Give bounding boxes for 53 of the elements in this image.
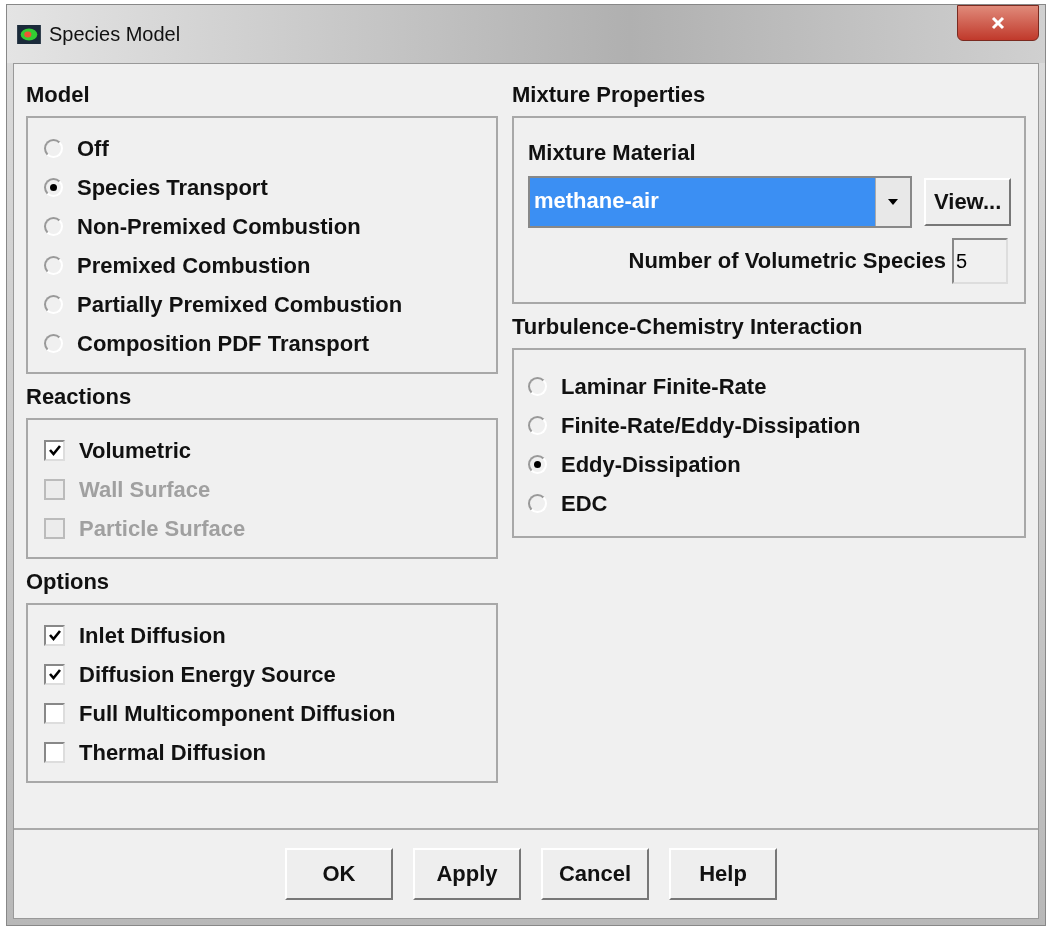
group-heading: Options — [26, 569, 111, 595]
group-heading: Turbulence-Chemistry Interaction — [512, 314, 864, 340]
radio-button[interactable] — [528, 455, 547, 474]
checkbox-label: Volumetric — [79, 437, 192, 464]
check-icon — [47, 628, 62, 643]
dialog-button[interactable]: Cancel — [541, 848, 649, 900]
caret-icon — [888, 199, 898, 205]
radio-button[interactable] — [528, 377, 547, 396]
radio-label: Off — [77, 135, 109, 162]
radio-button[interactable] — [44, 256, 63, 275]
radio-label: Laminar Finite-Rate — [561, 373, 767, 400]
field-label: Mixture Material — [528, 140, 697, 166]
checkbox-label: Diffusion Energy Source — [79, 661, 336, 688]
checkbox[interactable] — [44, 742, 65, 763]
checkbox[interactable] — [44, 625, 65, 646]
radio-button[interactable] — [528, 494, 547, 513]
checkbox-label: Full Multicomponent Diffusion — [79, 700, 396, 727]
species-count-field[interactable]: 5 — [952, 238, 1008, 284]
close-button[interactable] — [957, 5, 1039, 41]
dialog-button[interactable]: Apply — [413, 848, 521, 900]
checkbox-label: Particle Surface — [79, 515, 246, 542]
checkbox[interactable] — [44, 664, 65, 685]
radio-button[interactable] — [44, 217, 63, 236]
radio-button[interactable] — [44, 334, 63, 353]
checkbox-label: Wall Surface — [79, 476, 211, 503]
close-icon — [991, 16, 1005, 30]
radio-label: Finite-Rate/Eddy-Dissipation — [561, 412, 861, 439]
checkbox-label: Inlet Diffusion — [79, 622, 226, 649]
group-heading: Mixture Properties — [512, 82, 707, 108]
check-icon — [47, 667, 62, 682]
group-heading: Model — [26, 82, 91, 108]
dialog-button[interactable]: Help — [669, 848, 777, 900]
radio-label: Composition PDF Transport — [77, 330, 370, 357]
radio-button[interactable] — [528, 416, 547, 435]
check-icon — [47, 443, 62, 458]
view-button[interactable]: View... — [924, 178, 1012, 226]
field-label: Number of Volumetric Species — [628, 248, 946, 274]
radio-button[interactable] — [44, 178, 63, 197]
window-title: Species Model — [49, 22, 182, 46]
checkbox-label: Thermal Diffusion — [79, 739, 266, 766]
radio-button[interactable] — [44, 139, 63, 158]
app-icon — [17, 24, 41, 44]
group-heading: Reactions — [26, 384, 133, 410]
radio-label: Partially Premixed Combustion — [77, 291, 403, 318]
radio-label: Premixed Combustion — [77, 252, 311, 279]
radio-label: Non-Premixed Combustion — [77, 213, 361, 240]
checkbox[interactable] — [44, 440, 65, 461]
radio-label: Species Transport — [77, 174, 268, 201]
checkbox[interactable] — [44, 703, 65, 724]
radio-label: Eddy-Dissipation — [561, 451, 741, 478]
dialog-button[interactable]: OK — [285, 848, 393, 900]
radio-button[interactable] — [44, 295, 63, 314]
radio-label: EDC — [561, 490, 608, 517]
